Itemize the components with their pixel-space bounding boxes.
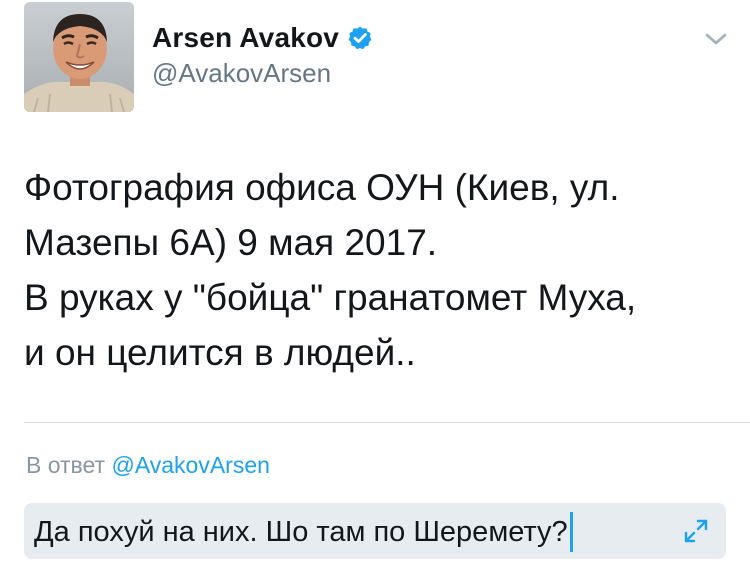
reply-prefix: В ответ xyxy=(26,452,106,478)
chevron-down-icon[interactable] xyxy=(702,28,730,50)
author-handle[interactable]: @AvakovArsen xyxy=(152,58,331,89)
reply-draft-text: Да похуй на них. Шо там по Шеремету? xyxy=(34,516,568,548)
text-cursor xyxy=(569,512,573,552)
reply-compose-box[interactable]: Да похуй на них. Шо там по Шеремету? xyxy=(24,503,726,559)
tweet-text-line: Фотография офиса ОУН (Киев, ул. xyxy=(24,167,620,208)
author-name[interactable]: Arsen Avakov xyxy=(152,22,339,54)
expand-arrows-icon[interactable] xyxy=(682,517,710,545)
author-name-row[interactable]: Arsen Avakov xyxy=(152,20,373,56)
reply-mention-link[interactable]: @AvakovArsen xyxy=(111,452,269,478)
reply-to-label: В ответ @AvakovArsen xyxy=(26,452,270,479)
avatar[interactable] xyxy=(24,2,134,112)
reply-input[interactable]: Да похуй на них. Шо там по Шеремету? xyxy=(34,512,573,552)
tweet-text: Фотография офиса ОУН (Киев, ул. Мазепы 6… xyxy=(24,160,739,380)
tweet-text-line: Мазепы 6А) 9 мая 2017. xyxy=(24,222,438,263)
verified-badge-icon xyxy=(347,25,373,51)
tweet-card: Arsen Avakov @AvakovArsen Фотография офи… xyxy=(0,0,750,570)
avatar-image xyxy=(24,2,134,112)
divider xyxy=(24,422,750,423)
tweet-text-line: и он целится в людей.. xyxy=(24,332,416,373)
tweet-text-line: В руках у "бойца" гранатомет Муха, xyxy=(24,277,637,318)
